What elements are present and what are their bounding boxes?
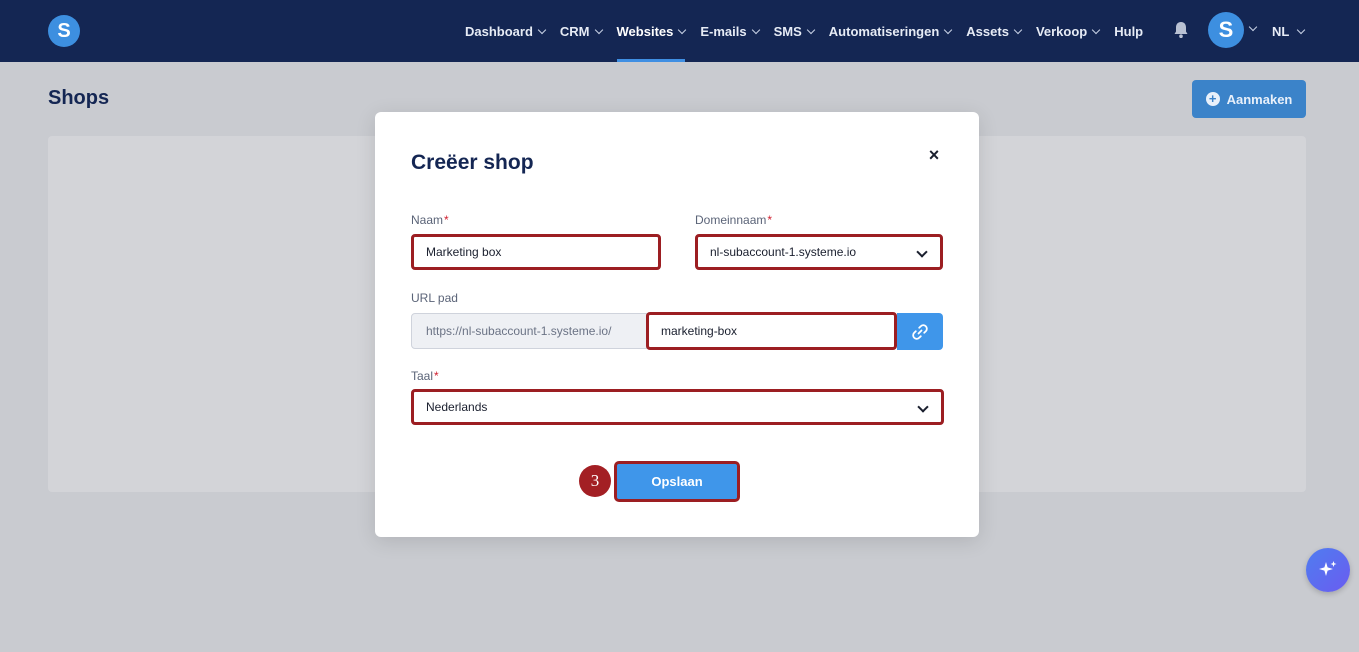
chevron-down-icon <box>678 25 687 34</box>
nav-item-label: Dashboard <box>465 23 533 39</box>
chevron-down-icon <box>594 25 603 34</box>
chevron-down-icon <box>1013 25 1023 34</box>
nav-item-websites[interactable]: Websites <box>616 0 687 62</box>
nav-item-dashboard[interactable]: Dashboard <box>465 0 547 62</box>
page-title: Shops <box>48 87 110 109</box>
nav-item-label: Verkoop <box>1035 23 1088 39</box>
name-value: Marketing box <box>426 245 502 259</box>
nav-item-label: CRM <box>559 23 590 39</box>
nav-item-sms[interactable]: SMS <box>773 0 816 62</box>
create-button-label: Aanmaken <box>1226 91 1293 107</box>
chevron-down-icon <box>944 25 953 34</box>
required-marker: * <box>767 213 773 227</box>
plus-circle-icon: + <box>1205 92 1220 106</box>
nav-item-label: Assets <box>966 23 1009 39</box>
create-button[interactable]: + Aanmaken <box>1192 80 1306 118</box>
domain-label-text: Domeinnaam <box>695 213 767 227</box>
sparkles-icon <box>1319 561 1337 576</box>
nav-item-label: E-mails <box>700 23 747 39</box>
chevron-down-icon <box>917 401 929 413</box>
save-button[interactable]: Opslaan <box>614 461 740 502</box>
link-button[interactable] <box>897 313 943 350</box>
nav-item-crm[interactable]: CRM <box>559 0 603 62</box>
chevron-down-icon <box>537 25 547 34</box>
nav-item-label: Automatiseringen <box>828 23 940 39</box>
close-icon[interactable]: × <box>926 146 942 164</box>
url-prefix: https://nl-subaccount-1.systeme.io/ <box>411 313 647 349</box>
nav-item-label: Websites <box>616 23 674 39</box>
language-field-label: Taal* <box>411 369 439 383</box>
nav-item-automatiseringen[interactable]: Automatiseringen <box>828 0 953 62</box>
chevron-down-icon <box>751 25 760 34</box>
url-path-field[interactable]: marketing-box <box>646 312 897 350</box>
nav-item-label: SMS <box>773 23 802 39</box>
chevron-down-icon <box>1091 25 1101 34</box>
chevron-down-icon <box>916 246 928 258</box>
domain-label: Domeinnaam* <box>695 213 772 227</box>
chevron-down-icon <box>806 25 816 34</box>
main-nav: Dashboard CRM Websites E-mails SMS Automatise… <box>465 0 1158 62</box>
chevron-down-icon[interactable] <box>1248 22 1258 32</box>
language-value: Nederlands <box>426 400 488 414</box>
avatar[interactable]: S <box>1208 12 1244 48</box>
nav-item-e-mails[interactable]: E-mails <box>700 0 760 62</box>
name-field[interactable]: Marketing box <box>411 234 661 270</box>
url-path-label: URL pad <box>411 291 458 305</box>
language-label-text: Taal <box>411 369 434 383</box>
nav-item-hulp[interactable]: Hulp <box>1114 0 1143 62</box>
nav-item-label: Hulp <box>1114 23 1144 39</box>
chevron-down-icon <box>1297 25 1306 34</box>
ai-assistant-button[interactable] <box>1306 548 1350 592</box>
bell-icon[interactable] <box>1173 21 1189 39</box>
name-label: Naam* <box>411 213 449 227</box>
domain-value: nl-subaccount-1.systeme.io <box>710 245 857 259</box>
create-shop-modal: Creëer shop × Naam* Marketing box Domein… <box>375 112 979 537</box>
domain-select[interactable]: nl-subaccount-1.systeme.io <box>695 234 943 270</box>
required-marker: * <box>444 213 449 227</box>
nav-item-assets[interactable]: Assets <box>966 0 1023 62</box>
language-label: NL <box>1272 23 1290 39</box>
top-navbar: S Dashboard CRM Websites E-mails SMS Automati… <box>0 0 1359 62</box>
link-icon <box>912 323 928 340</box>
language-select[interactable]: Nederlands <box>411 389 944 425</box>
step-marker: 3 <box>579 465 611 497</box>
language-selector[interactable]: NL <box>1272 0 1306 62</box>
url-path-value: marketing-box <box>661 324 738 338</box>
app-logo[interactable]: S <box>48 15 80 47</box>
name-label-text: Naam <box>411 213 444 227</box>
modal-title: Creëer shop <box>411 151 534 174</box>
nav-item-verkoop[interactable]: Verkoop <box>1035 0 1101 62</box>
required-marker: * <box>434 369 439 383</box>
